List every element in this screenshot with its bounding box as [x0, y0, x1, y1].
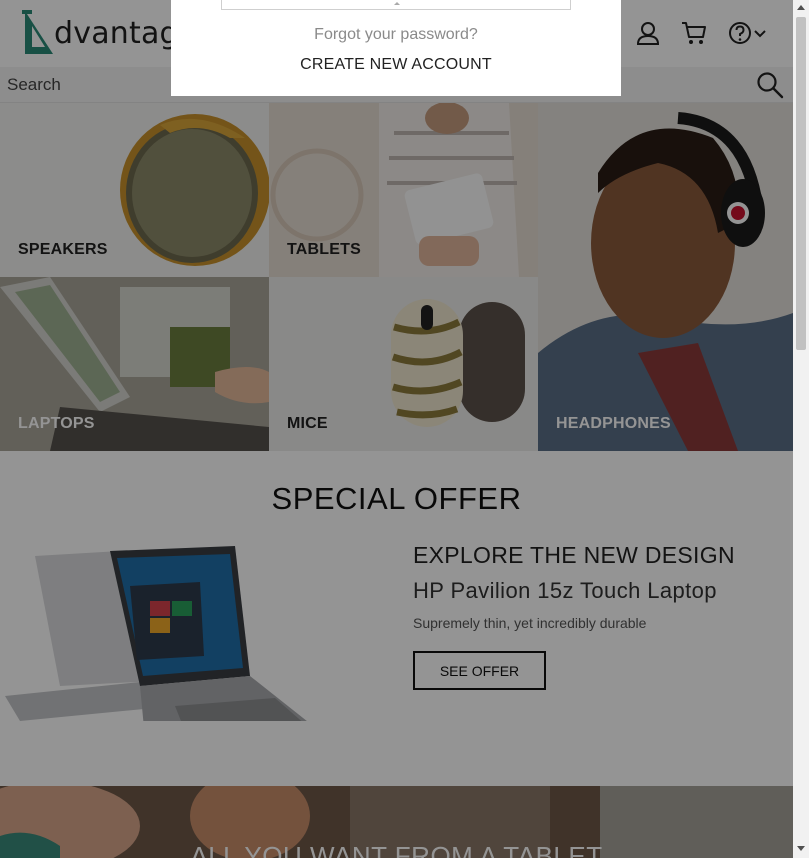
- password-field[interactable]: [221, 0, 571, 10]
- create-account-link[interactable]: CREATE NEW ACCOUNT: [171, 56, 621, 74]
- scroll-up-arrow-icon[interactable]: [797, 5, 805, 10]
- scroll-down-arrow-icon[interactable]: [797, 846, 805, 851]
- modal-overlay[interactable]: [0, 0, 809, 858]
- login-popup: Forgot your password? CREATE NEW ACCOUNT: [171, 0, 621, 96]
- caret-up-icon: [394, 2, 400, 5]
- scrollbar[interactable]: [793, 0, 809, 858]
- forgot-password-link[interactable]: Forgot your password?: [171, 26, 621, 44]
- scroll-thumb[interactable]: [796, 17, 806, 350]
